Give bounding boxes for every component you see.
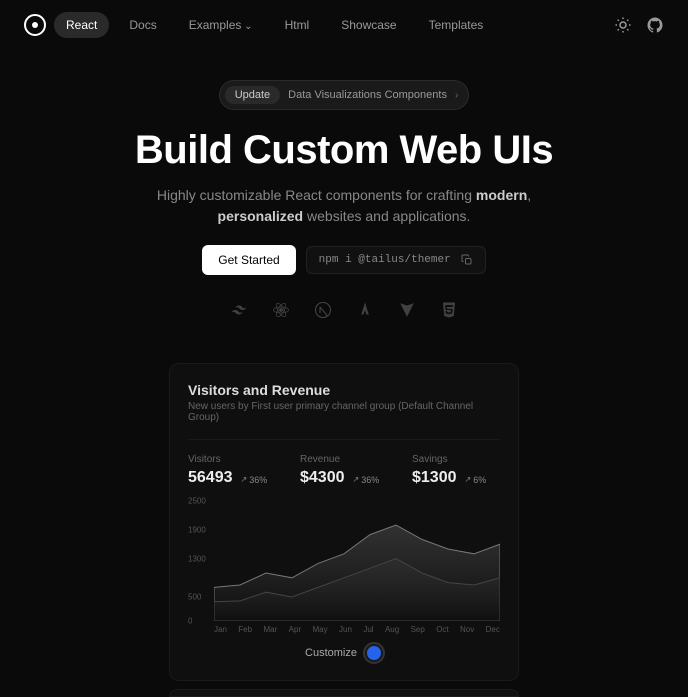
stat-delta: ↗36%	[241, 475, 268, 485]
get-started-button[interactable]: Get Started	[202, 245, 295, 275]
x-tick: Feb	[238, 625, 252, 634]
nav-docs[interactable]: Docs	[117, 12, 168, 38]
card-subtitle: New users by First user primary channel …	[188, 401, 500, 423]
html5-icon	[440, 301, 458, 319]
update-badge[interactable]: Update Data Visualizations Components ›	[219, 80, 470, 110]
y-tick: 0	[188, 617, 192, 626]
astro-icon	[356, 301, 374, 319]
nav-showcase[interactable]: Showcase	[329, 12, 408, 38]
x-tick: Apr	[289, 625, 301, 634]
y-tick: 500	[188, 593, 201, 602]
stat-value: $4300	[300, 469, 345, 487]
stat-label: Savings	[412, 454, 500, 465]
github-icon[interactable]	[646, 16, 664, 34]
y-tick: 1900	[188, 525, 206, 534]
x-tick: Jan	[214, 625, 227, 634]
stat-label: Revenue	[300, 454, 388, 465]
install-command[interactable]: npm i @tailus/themer	[306, 246, 486, 274]
vite-icon	[398, 301, 416, 319]
trend-up-icon: ↗	[465, 475, 472, 484]
customize-button[interactable]: Customize	[305, 647, 357, 659]
stat-savings: Savings $1300 ↗6%	[412, 454, 500, 487]
card-title: Visitors and Revenue	[188, 382, 500, 398]
x-tick: Sep	[411, 625, 425, 634]
x-tick: Jul	[363, 625, 373, 634]
tailwind-icon	[230, 301, 248, 319]
trend-up-icon: ↗	[241, 475, 248, 484]
y-tick: 2500	[188, 497, 206, 506]
stat-delta: ↗36%	[353, 475, 380, 485]
next-card-peek	[169, 689, 519, 697]
x-tick: Nov	[460, 625, 474, 634]
logo-icon[interactable]	[24, 14, 46, 36]
trend-up-icon: ↗	[353, 475, 360, 484]
y-tick: 1300	[188, 554, 206, 563]
x-tick: Oct	[436, 625, 448, 634]
stat-visitors: Visitors 56493 ↗36%	[188, 454, 276, 487]
stat-delta: ↗6%	[465, 475, 487, 485]
x-axis: Jan Feb Mar Apr May Jun Jul Aug Sep Oct Nov Dec	[188, 625, 500, 634]
react-icon	[272, 301, 290, 319]
hero-subtitle: Highly customizable React components for…	[114, 185, 574, 227]
chevron-right-icon: ›	[455, 90, 458, 101]
nav-examples[interactable]: Examples	[177, 12, 265, 38]
stat-revenue: Revenue $4300 ↗36%	[300, 454, 388, 487]
tech-logo-strip	[20, 301, 668, 319]
area-chart: 2500 1900 1300 500 0	[188, 501, 500, 621]
hero-title: Build Custom Web UIs	[20, 128, 668, 173]
nextjs-icon	[314, 301, 332, 319]
theme-toggle-icon[interactable]	[614, 16, 632, 34]
stat-label: Visitors	[188, 454, 276, 465]
x-tick: Aug	[385, 625, 399, 634]
analytics-card: Visitors and Revenue New users by First …	[169, 363, 519, 681]
badge-text: Data Visualizations Components	[288, 89, 447, 101]
x-tick: Dec	[486, 625, 500, 634]
stat-value: 56493	[188, 469, 233, 487]
nav-templates[interactable]: Templates	[417, 12, 496, 38]
x-tick: Mar	[263, 625, 277, 634]
badge-pill: Update	[225, 86, 280, 104]
stat-value: $1300	[412, 469, 457, 487]
x-tick: May	[313, 625, 328, 634]
command-text: npm i @tailus/themer	[319, 254, 451, 266]
nav-html[interactable]: Html	[273, 12, 322, 38]
x-tick: Jun	[339, 625, 352, 634]
nav-react[interactable]: React	[54, 12, 109, 38]
copy-icon[interactable]	[461, 254, 473, 266]
color-swatch[interactable]	[365, 644, 383, 662]
